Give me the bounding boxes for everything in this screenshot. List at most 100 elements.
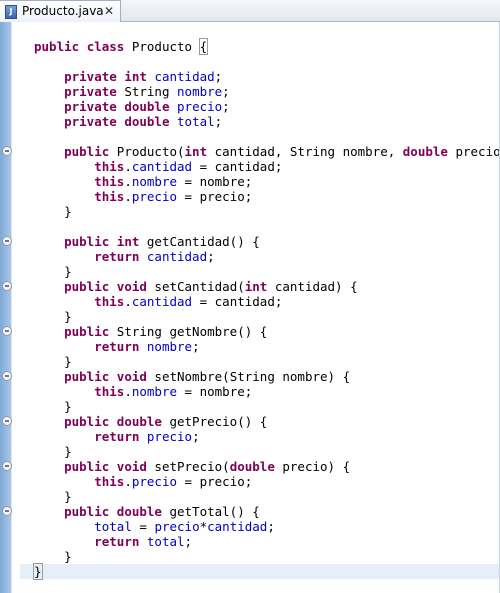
code-line[interactable]: public class Producto { (20, 38, 500, 55)
fold-collapse-icon[interactable] (2, 416, 12, 426)
code-text: } (33, 563, 43, 580)
code-line[interactable]: } (20, 264, 500, 279)
code-text: public class Producto { (34, 38, 209, 55)
java-file-icon: J (5, 5, 17, 19)
plain-token: setNombre(String nombre) { (146, 369, 351, 384)
code-line[interactable]: } (20, 309, 500, 324)
code-text: this.nombre = nombre; (34, 174, 252, 189)
fold-collapse-icon[interactable] (2, 281, 12, 291)
keyword-token: double (402, 144, 448, 159)
code-line[interactable]: public int getCantidad() { (2, 234, 500, 249)
plain-token: String (116, 84, 178, 99)
code-text: this.precio = precio; (34, 474, 252, 489)
fold-collapse-icon[interactable] (2, 146, 12, 156)
code-lines[interactable]: public class Producto { private int cant… (2, 38, 500, 580)
code-text: public void setNombre(String nombre) { (34, 369, 350, 384)
code-line[interactable]: this.precio = precio; (20, 474, 500, 489)
plain-token: = cantidad; (192, 294, 283, 309)
code-line[interactable]: public void setPrecio(double precio) { (2, 459, 500, 474)
code-text: private double precio; (34, 99, 230, 114)
code-line[interactable]: private double total; (20, 114, 500, 129)
code-line[interactable]: private double precio; (20, 99, 500, 114)
fold-collapse-icon[interactable] (2, 371, 12, 381)
plain-token: ; (214, 69, 223, 84)
plain-token: getTotal() { (161, 504, 260, 519)
code-line[interactable]: public void setNombre(String nombre) { (2, 369, 500, 384)
plain-token: . (124, 159, 132, 174)
code-line[interactable]: return precio; (20, 429, 500, 444)
keyword-token: public (64, 144, 110, 159)
keyword-token: double (116, 414, 162, 429)
plain-token: setPrecio( (146, 459, 230, 474)
code-line[interactable]: private String nombre; (20, 84, 500, 99)
code-line[interactable]: } (20, 444, 500, 459)
fold-collapse-icon[interactable] (2, 326, 12, 336)
code-line[interactable]: return nombre; (20, 339, 500, 354)
code-line[interactable]: } (20, 354, 500, 369)
code-line[interactable]: } (20, 399, 500, 414)
keyword-token: this (94, 384, 125, 399)
code-line[interactable]: private int cantidad; (20, 69, 500, 84)
code-text: } (34, 399, 72, 414)
tab-producto-java[interactable]: J Producto.java ✕ (0, 0, 121, 22)
field-token: cantidad (146, 249, 208, 264)
keyword-token: double (124, 114, 170, 129)
code-line[interactable]: public double getTotal() { (2, 504, 500, 519)
fold-collapse-icon[interactable] (2, 461, 12, 471)
plain-token: ; (192, 429, 200, 444)
fold-collapse-icon[interactable] (2, 236, 12, 246)
code-line[interactable]: } (20, 204, 500, 219)
code-text: public double getPrecio() { (34, 414, 267, 429)
code-line[interactable]: } (20, 549, 500, 564)
plain-token: } (34, 399, 72, 414)
code-text: this.nombre = nombre; (34, 384, 252, 399)
plain-token: } (34, 264, 72, 279)
code-text: private int cantidad; (34, 69, 222, 84)
code-line[interactable]: return total; (20, 534, 500, 549)
code-line[interactable]: this.nombre = nombre; (20, 174, 500, 189)
field-token: total (177, 114, 215, 129)
code-line[interactable]: public String getNombre() { (2, 324, 500, 339)
code-line[interactable] (20, 54, 500, 69)
plain-token: . (124, 294, 132, 309)
code-editor[interactable]: public class Producto { private int cant… (0, 22, 500, 593)
code-line[interactable]: this.cantidad = cantidad; (20, 294, 500, 309)
plain-token: } (34, 489, 72, 504)
code-text: private String nombre; (34, 84, 230, 99)
fold-collapse-icon[interactable] (2, 506, 12, 516)
code-text: return precio; (34, 429, 200, 444)
code-line[interactable]: this.cantidad = cantidad; (20, 159, 500, 174)
keyword-token: public (64, 504, 110, 519)
code-line[interactable] (20, 219, 500, 234)
code-line[interactable]: public void setCantidad(int cantidad) { (2, 279, 500, 294)
code-line[interactable]: return cantidad; (20, 249, 500, 264)
code-text: this.precio = precio; (34, 189, 252, 204)
keyword-token: public (64, 369, 110, 384)
code-line[interactable]: public double getPrecio() { (2, 414, 500, 429)
plain-token: String getNombre() { (109, 324, 268, 339)
close-icon[interactable]: ✕ (102, 4, 116, 18)
code-line[interactable]: total = precio*cantidad; (20, 519, 500, 534)
code-line[interactable]: public Producto(int cantidad, String nom… (2, 144, 500, 159)
code-line[interactable]: this.precio = precio; (20, 189, 500, 204)
code-line[interactable]: this.nombre = nombre; (20, 384, 500, 399)
code-line[interactable]: } (20, 563, 500, 580)
code-line[interactable] (20, 129, 500, 144)
code-text: this.cantidad = cantidad; (34, 294, 282, 309)
code-line[interactable]: } (20, 489, 500, 504)
field-token: cantidad (131, 294, 193, 309)
